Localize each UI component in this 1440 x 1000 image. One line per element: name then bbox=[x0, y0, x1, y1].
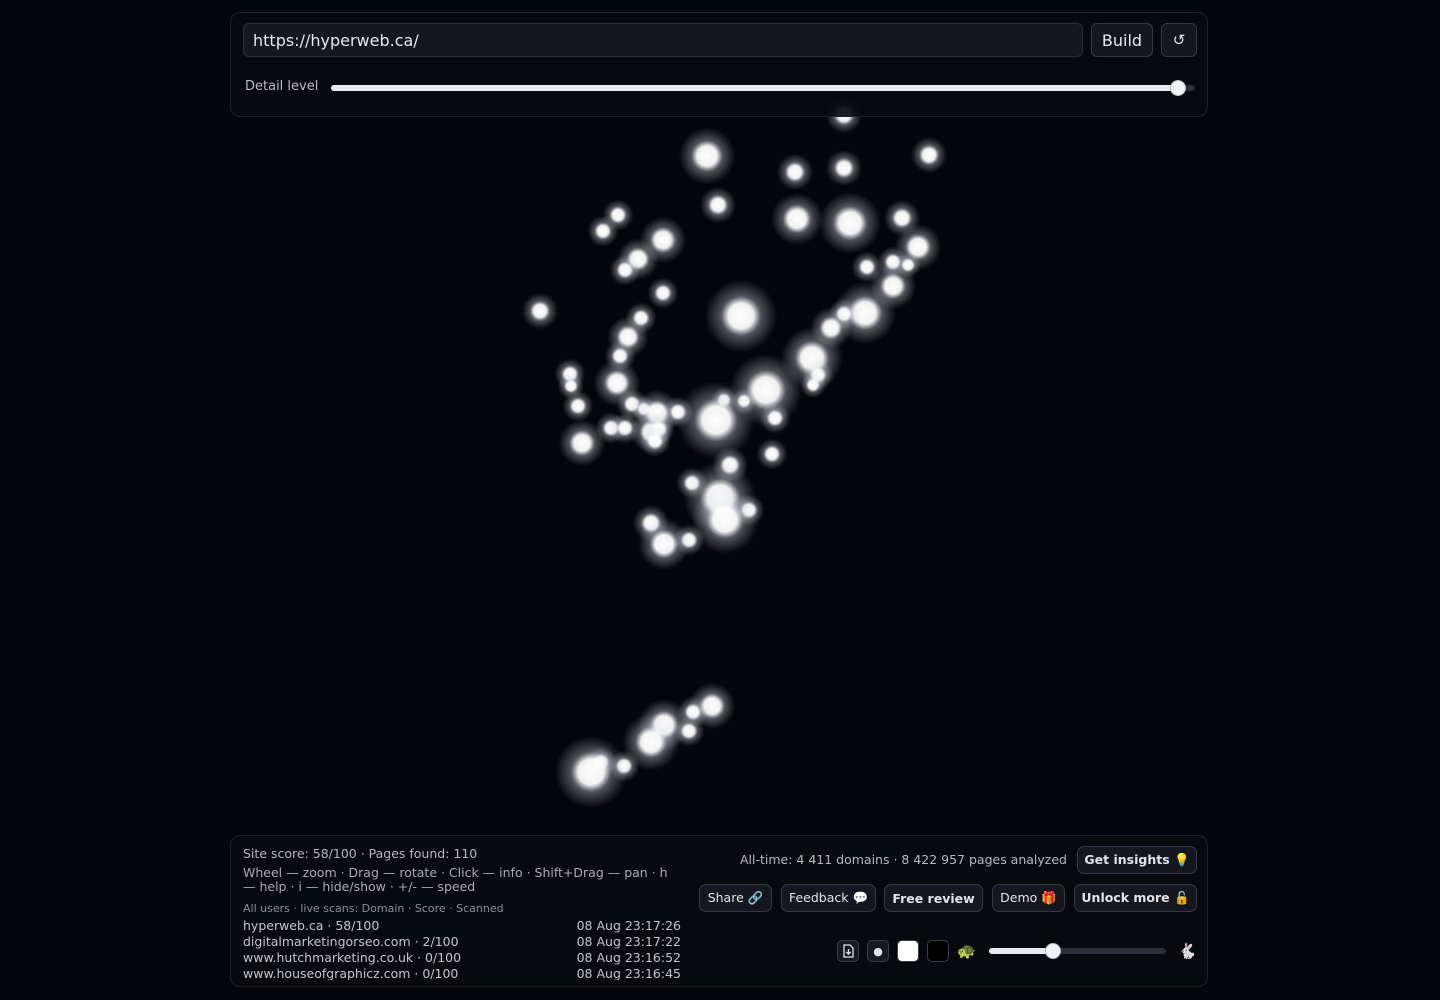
detail-level-slider[interactable] bbox=[331, 80, 1195, 96]
white-theme-swatch[interactable] bbox=[897, 940, 919, 962]
free-review-button[interactable]: Free review bbox=[884, 884, 983, 912]
scan-time: 08 Aug 23:17:26 bbox=[576, 918, 681, 933]
build-button[interactable]: Build bbox=[1091, 23, 1153, 57]
speed-fill bbox=[989, 948, 1053, 954]
bottom-info-panel: Site score: 58/100 · Pages found: 110 Wh… bbox=[230, 835, 1208, 987]
dot-mode-button[interactable]: ● bbox=[867, 940, 889, 962]
detail-level-thumb[interactable] bbox=[1169, 80, 1186, 96]
detail-level-fill bbox=[331, 85, 1178, 91]
black-theme-swatch[interactable] bbox=[927, 940, 949, 962]
reset-icon: ↺ bbox=[1172, 31, 1186, 49]
detail-level-label: Detail level bbox=[245, 79, 319, 94]
scan-domain: www.houseofgraphicz.com · 0/100 bbox=[243, 966, 459, 980]
help-text: Wheel — zoom · Drag — rotate · Click — i… bbox=[243, 865, 668, 894]
scan-time: 08 Aug 23:16:52 bbox=[576, 950, 681, 965]
feedback-button[interactable]: Feedback 💬 bbox=[781, 884, 876, 912]
scan-domain: digitalmarketingorseo.com · 2/100 bbox=[243, 934, 459, 949]
get-insights-button[interactable]: Get insights 💡 bbox=[1077, 846, 1197, 874]
list-item[interactable]: digitalmarketingorseo.com · 2/100 08 Aug… bbox=[243, 934, 681, 950]
top-control-panel: Build ↺ Detail level bbox=[230, 12, 1208, 117]
reset-button[interactable]: ↺ bbox=[1161, 23, 1197, 57]
site-score-line: Site score: 58/100 · Pages found: 110 bbox=[243, 846, 478, 861]
demo-button[interactable]: Demo 🎁 bbox=[992, 884, 1065, 912]
live-scans-title: All users · live scans: Domain · Score ·… bbox=[243, 902, 504, 915]
turtle-icon: 🐢 bbox=[957, 942, 976, 960]
url-input[interactable] bbox=[243, 23, 1083, 57]
download-icon bbox=[843, 944, 854, 958]
scan-time: 08 Aug 23:16:45 bbox=[576, 966, 681, 980]
live-scans-list: hyperweb.ca · 58/100 08 Aug 23:17:26 dig… bbox=[243, 918, 681, 980]
download-button[interactable] bbox=[837, 940, 859, 962]
list-item[interactable]: www.hutchmarketing.co.uk · 0/100 08 Aug … bbox=[243, 950, 681, 966]
dot-icon: ● bbox=[873, 944, 883, 958]
scan-domain: hyperweb.ca · 58/100 bbox=[243, 918, 380, 933]
speed-thumb[interactable] bbox=[1044, 943, 1061, 959]
list-item[interactable]: www.houseofgraphicz.com · 0/100 08 Aug 2… bbox=[243, 966, 681, 980]
scan-domain: www.hutchmarketing.co.uk · 0/100 bbox=[243, 950, 462, 965]
scan-time: 08 Aug 23:17:22 bbox=[576, 934, 681, 949]
rabbit-icon: 🐇 bbox=[1178, 942, 1197, 960]
list-item[interactable]: hyperweb.ca · 58/100 08 Aug 23:17:26 bbox=[243, 918, 681, 934]
unlock-more-button[interactable]: Unlock more 🔓 bbox=[1074, 884, 1197, 912]
share-button[interactable]: Share 🔗 bbox=[699, 884, 772, 912]
speed-slider[interactable] bbox=[989, 943, 1166, 959]
alltime-stats: All-time: 4 411 domains · 8 422 957 page… bbox=[739, 852, 1067, 867]
